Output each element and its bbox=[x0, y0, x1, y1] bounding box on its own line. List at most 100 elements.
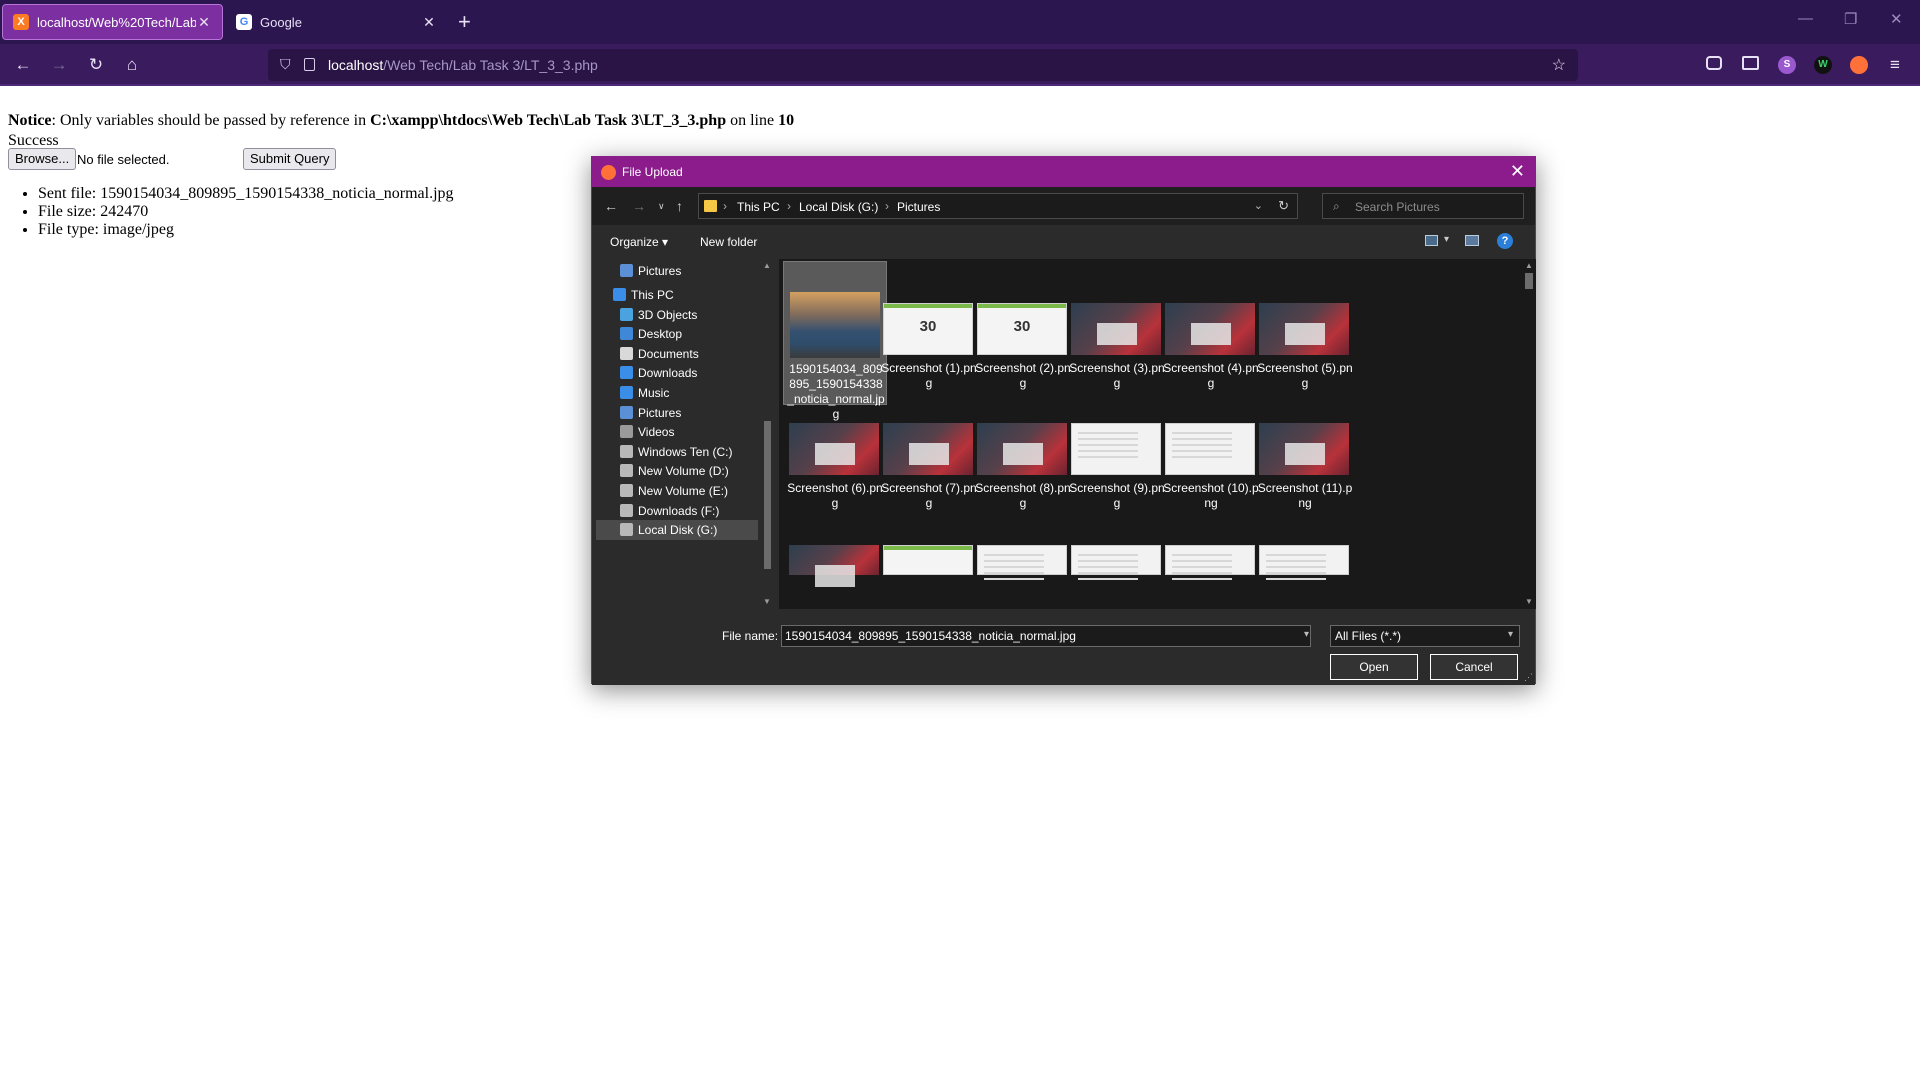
file-type-select[interactable]: All Files (*.*) ▾ bbox=[1330, 625, 1520, 647]
search-box[interactable]: ⌕ bbox=[1322, 193, 1524, 219]
notice-path: C:\xampp\htdocs\Web Tech\Lab Task 3\LT_3… bbox=[370, 112, 727, 129]
file-item[interactable]: Screenshot (11).png bbox=[1253, 381, 1357, 525]
sidebar-item[interactable]: Documents bbox=[596, 344, 758, 364]
resize-grip-icon[interactable]: ⋰ bbox=[1524, 672, 1533, 683]
sidebar-item[interactable]: Videos bbox=[596, 422, 758, 442]
search-input[interactable] bbox=[1355, 198, 1515, 216]
pictures-icon bbox=[620, 264, 633, 277]
tab-localhost[interactable]: X localhost/Web%20Tech/Lab%20 ✕ bbox=[2, 4, 223, 40]
scroll-down-icon[interactable]: ▼ bbox=[763, 597, 771, 606]
drive-icon bbox=[620, 503, 633, 517]
shield-icon[interactable]: ⛉ bbox=[280, 56, 291, 73]
preview-pane-icon[interactable] bbox=[1465, 235, 1479, 246]
extension-s-icon[interactable]: S bbox=[1778, 56, 1796, 74]
url-bar[interactable]: ⛉ localhost/Web Tech/Lab Task 3/LT_3_3.p… bbox=[268, 49, 1578, 81]
sidebar-item[interactable]: New Volume (D:) bbox=[596, 461, 758, 481]
scrollbar-thumb[interactable] bbox=[764, 421, 771, 569]
cancel-button[interactable]: Cancel bbox=[1430, 654, 1518, 680]
sidebar-item[interactable]: Music bbox=[596, 383, 758, 403]
file-item[interactable]: Screenshot (10).png bbox=[1159, 381, 1263, 525]
file-upload-dialog: File Upload ✕ ← → ∨ ↑ › This PC › Local … bbox=[591, 156, 1536, 685]
scrollbar-thumb[interactable] bbox=[1525, 273, 1533, 289]
sidebar-item[interactable]: 3D Objects bbox=[596, 305, 758, 325]
minimize-icon[interactable]: — bbox=[1798, 10, 1813, 27]
sidebar-item-label: Pictures bbox=[638, 405, 682, 420]
file-item[interactable]: Screenshot (6).png bbox=[783, 381, 887, 525]
help-icon[interactable]: ? bbox=[1497, 233, 1513, 249]
new-tab-button[interactable]: + bbox=[458, 10, 471, 34]
extension-w-icon[interactable]: W bbox=[1814, 56, 1832, 74]
chevron-down-icon[interactable]: ⌄ bbox=[1254, 199, 1263, 212]
sidebar-item[interactable]: Pictures bbox=[596, 261, 758, 281]
open-button[interactable]: Open bbox=[1330, 654, 1418, 680]
notice-line: 10 bbox=[778, 112, 795, 129]
file-thumbnail[interactable] bbox=[883, 545, 973, 575]
list-item: Sent file: 1590154034_809895_1590154338_… bbox=[38, 185, 518, 203]
submit-query-button[interactable]: Submit Query bbox=[243, 148, 337, 170]
close-window-icon[interactable]: ✕ bbox=[1890, 10, 1903, 28]
menu-icon[interactable]: ≡ bbox=[1884, 54, 1906, 76]
file-list-scrollbar[interactable]: ▲ ▼ bbox=[1522, 259, 1536, 609]
tab-google[interactable]: G Google ✕ bbox=[226, 4, 447, 40]
file-thumbnail bbox=[1259, 423, 1349, 475]
home-icon[interactable]: ⌂ bbox=[121, 54, 143, 76]
organize-button[interactable]: Organize ▾ bbox=[610, 235, 668, 249]
pictures-icon bbox=[620, 405, 633, 419]
bookmark-star-icon[interactable]: ☆ bbox=[1552, 55, 1566, 75]
browse-button[interactable]: Browse... bbox=[8, 148, 77, 170]
sidebar-item[interactable]: New Volume (E:) bbox=[596, 481, 758, 501]
file-item[interactable]: Screenshot (9).png bbox=[1065, 381, 1169, 525]
up-icon[interactable]: ↑ bbox=[676, 198, 683, 214]
pocket-icon[interactable] bbox=[1706, 56, 1722, 70]
scroll-up-icon[interactable]: ▲ bbox=[763, 261, 771, 270]
dialog-title-bar[interactable]: File Upload ✕ bbox=[592, 157, 1535, 187]
sidebar-item[interactable]: Downloads bbox=[596, 363, 758, 383]
file-name-field[interactable] bbox=[781, 625, 1311, 647]
sidebar-item[interactable]: Windows Ten (C:) bbox=[596, 442, 758, 462]
breadcrumb-pictures[interactable]: Pictures bbox=[897, 200, 940, 214]
close-tab-icon[interactable]: ✕ bbox=[196, 14, 212, 31]
sidebar-item[interactable]: This PC bbox=[596, 285, 758, 305]
reader-sidebar-icon[interactable] bbox=[1742, 56, 1759, 70]
file-thumbnail[interactable] bbox=[1259, 545, 1349, 584]
breadcrumb-local-disk[interactable]: Local Disk (G:) bbox=[799, 200, 878, 214]
recent-locations-icon[interactable]: ∨ bbox=[658, 201, 665, 212]
reload-icon[interactable]: ↻ bbox=[85, 54, 107, 76]
file-thumbnail[interactable] bbox=[1165, 545, 1255, 584]
view-options-dropdown[interactable]: ▾ bbox=[1444, 234, 1449, 245]
file-thumbnail[interactable] bbox=[977, 545, 1067, 584]
sidebar-item[interactable]: Downloads (F:) bbox=[596, 501, 758, 521]
breadcrumb-this-pc[interactable]: This PC bbox=[737, 200, 780, 214]
result-list: Sent file: 1590154034_809895_1590154338_… bbox=[38, 185, 518, 239]
restore-icon[interactable]: ❐ bbox=[1844, 10, 1857, 28]
file-name: Screenshot (10).png bbox=[1163, 481, 1259, 510]
back-icon[interactable]: ← bbox=[604, 198, 618, 214]
refresh-icon[interactable]: ↻ bbox=[1278, 198, 1289, 214]
chevron-down-icon[interactable]: ▾ bbox=[1304, 629, 1309, 640]
file-item[interactable]: Screenshot (8).png bbox=[971, 381, 1075, 525]
forward-icon[interactable]: → bbox=[48, 54, 70, 76]
forward-icon[interactable]: → bbox=[632, 198, 646, 214]
sidebar-item[interactable]: Pictures bbox=[596, 403, 758, 423]
music-icon bbox=[620, 386, 633, 399]
address-bar[interactable]: › This PC › Local Disk (G:) › Pictures ⌄… bbox=[698, 193, 1298, 219]
sidebar-item[interactable]: Desktop bbox=[596, 324, 758, 344]
sidebar-item[interactable]: Local Disk (G:) bbox=[596, 520, 758, 541]
firefox-account-icon[interactable] bbox=[1850, 56, 1868, 74]
new-folder-button[interactable]: New folder bbox=[700, 235, 757, 249]
file-thumbnail[interactable] bbox=[789, 545, 879, 587]
file-item[interactable]: Screenshot (7).png bbox=[877, 381, 981, 525]
chevron-down-icon: ▾ bbox=[1507, 629, 1513, 640]
close-icon[interactable]: ✕ bbox=[1510, 161, 1525, 182]
navigation-scrollbar[interactable]: ▲ ▼ bbox=[760, 259, 774, 609]
close-tab-icon[interactable]: ✕ bbox=[421, 14, 437, 31]
change-view-icon[interactable] bbox=[1425, 235, 1438, 246]
scroll-up-icon[interactable]: ▲ bbox=[1525, 261, 1533, 270]
drive-icon bbox=[620, 523, 633, 537]
file-thumbnail[interactable] bbox=[1071, 545, 1161, 584]
file-list: 1590154034_809895_1590154338_noticia_nor… bbox=[779, 259, 1525, 609]
file-thumbnail: 30 bbox=[883, 303, 973, 355]
sidebar-item-label: Downloads bbox=[638, 366, 698, 381]
scroll-down-icon[interactable]: ▼ bbox=[1525, 597, 1533, 606]
back-icon[interactable]: ← bbox=[12, 54, 34, 76]
